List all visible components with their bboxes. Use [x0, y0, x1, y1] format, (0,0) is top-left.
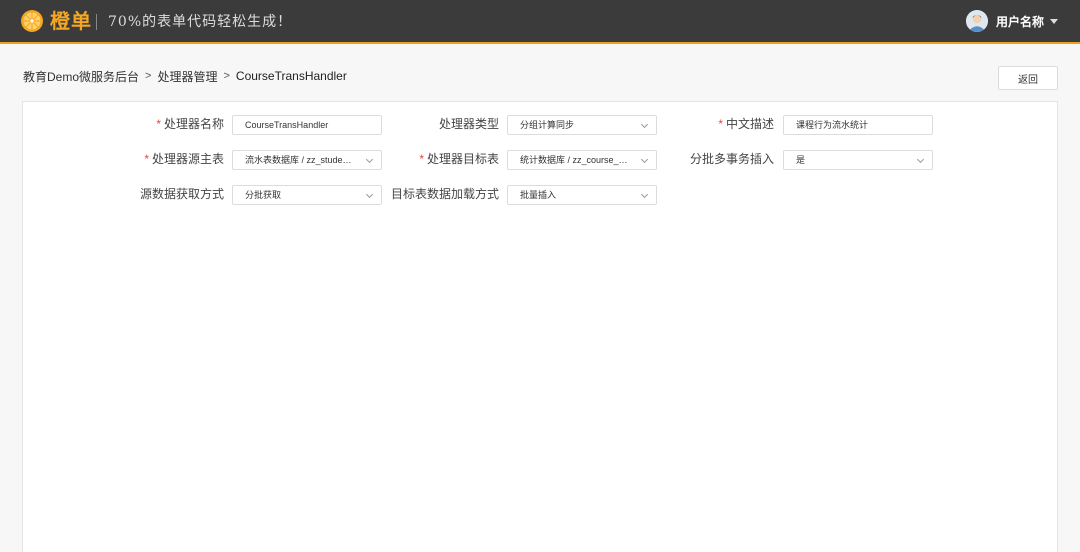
- breadcrumb-item-handler-management[interactable]: 处理器管理: [157, 68, 217, 85]
- breadcrumb: 教育Demo微服务后台 > 处理器管理 > CourseTransHandler: [23, 68, 347, 84]
- batch-tx-insert-label: 分批多事务插入: [689, 152, 774, 166]
- source-fetch-label: 源数据获取方式: [139, 187, 224, 201]
- target-load-select[interactable]: 批量插入: [507, 185, 657, 205]
- description-label: * 中文描述: [718, 117, 774, 131]
- top-bar: 橙单 70%的表单代码轻松生成！ 用户名称: [0, 0, 1080, 44]
- chevron-right-icon: >: [223, 70, 230, 82]
- chevron-down-icon: [640, 120, 649, 129]
- source-table-label: * 处理器源主表: [144, 152, 224, 166]
- batch-tx-insert-select[interactable]: 是: [783, 150, 933, 170]
- breadcrumb-item-home[interactable]: 教育Demo微服务后台: [23, 68, 139, 85]
- chevron-right-icon: >: [145, 70, 152, 82]
- source-table-select[interactable]: 流水表数据库 / zz_student_action_trans: [232, 150, 382, 170]
- chevron-down-icon: [365, 190, 374, 199]
- avatar-icon[interactable]: [965, 10, 988, 32]
- target-table-select[interactable]: 统计数据库 / zz_course_trans_stats: [507, 150, 657, 170]
- caret-down-icon[interactable]: [1050, 18, 1058, 24]
- required-mark: *: [718, 117, 723, 131]
- handler-name-label: * 处理器名称: [156, 117, 224, 131]
- user-name[interactable]: 用户名称: [996, 13, 1044, 30]
- required-mark: *: [156, 117, 161, 131]
- target-load-label: 目标表数据加载方式: [390, 187, 499, 201]
- breadcrumb-item-current: CourseTransHandler: [235, 69, 347, 83]
- handler-type-label: 处理器类型: [438, 117, 499, 131]
- app-slogan: 70%的表单代码轻松生成！: [108, 14, 293, 30]
- required-mark: *: [144, 152, 149, 166]
- orange-slice-icon[interactable]: [20, 9, 44, 33]
- source-fetch-select[interactable]: 分批获取: [232, 185, 382, 205]
- description-input[interactable]: 课程行为流水统计: [783, 115, 933, 135]
- required-mark: *: [419, 152, 424, 166]
- chevron-down-icon: [916, 155, 925, 164]
- handler-name-input[interactable]: CourseTransHandler: [232, 115, 382, 135]
- logo-divider: [96, 14, 97, 30]
- app-name[interactable]: 橙单: [50, 9, 92, 33]
- chevron-down-icon: [640, 190, 649, 199]
- back-button[interactable]: 返回: [998, 66, 1058, 90]
- target-table-label: * 处理器目标表: [419, 152, 499, 166]
- handler-type-select[interactable]: 分组计算同步: [507, 115, 657, 135]
- user-menu[interactable]: 用户名称: [965, 10, 1058, 32]
